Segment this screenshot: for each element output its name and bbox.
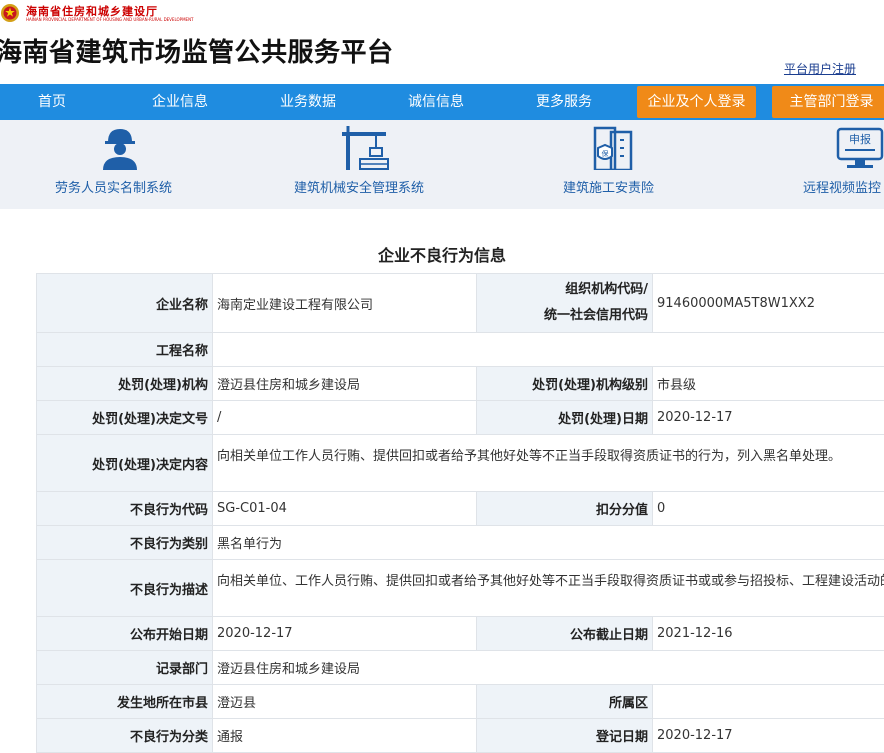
site-header: 海南省住房和城乡建设厅 HAINAN PROVINCIAL DEPARTMENT… [0,0,884,84]
category-value: 通报 [213,719,477,753]
bad-behavior-table: 企业名称 海南定业建设工程有限公司 组织机构代码/ 统一社会信用代码 91460… [36,273,884,753]
behavior-type-value: 黑名单行为 [213,526,884,560]
report-text: 申报 [849,132,871,146]
table-row: 不良行为类别 黑名单行为 [37,526,884,560]
register-date-label: 登记日期 [477,719,653,753]
district-label: 所属区 [477,685,653,719]
nav-enterprise-info[interactable]: 企业信息 [140,84,220,120]
nav-business-data[interactable]: 业务数据 [268,84,348,120]
table-row: 记录部门 澄迈县住房和城乡建设局 [37,651,884,685]
org-code-label-line2: 统一社会信用代码 [481,303,648,329]
deduction-value: 0 [653,492,884,526]
nav-home[interactable]: 首页 [12,84,92,120]
service-remote-monitoring[interactable]: 申报 远程视频监控 [795,120,884,209]
service-safety-insurance[interactable]: 保 建筑施工安责险 [545,120,685,209]
decision-date-value: 2020-12-17 [653,401,884,435]
publish-start-value: 2020-12-17 [213,617,477,651]
org-code-value: 91460000MA5T8W1XX2 [653,274,884,333]
company-login-button[interactable]: 企业及个人登录 [637,86,756,118]
record-dept-value: 澄迈县住房和城乡建设局 [213,651,884,685]
table-row: 不良行为代码 SG-C01-04 扣分分值 0 [37,492,884,526]
service-label: 远程视频监控 [803,177,881,196]
decision-content-value: 向相关单位工作人员行贿、提供回扣或者给予其他好处等不正当手段取得资质证书的行为，… [213,435,884,492]
behavior-code-value: SG-C01-04 [213,492,477,526]
register-date-value: 2020-12-17 [653,719,884,753]
table-row: 处罚(处理)机构 澄迈县住房和城乡建设局 处罚(处理)机构级别 市县级 [37,367,884,401]
company-name-label: 企业名称 [37,274,213,333]
site-title: 海南省建筑市场监管公共服务平台 [0,32,394,69]
svg-text:保: 保 [602,149,609,158]
table-row: 不良行为描述 向相关单位、工作人员行贿、提供回扣或者给予其他好处等不正当手段取得… [37,560,884,617]
publish-end-value: 2021-12-16 [653,617,884,651]
table-row: 处罚(处理)决定文号 / 处罚(处理)日期 2020-12-17 [37,401,884,435]
report-monitor-icon: 申报 [835,126,884,170]
authority-login-button[interactable]: 主管部门登录 [772,86,884,118]
department-name-en: HAINAN PROVINCIAL DEPARTMENT OF HOUSING … [26,17,194,22]
authority-value: 澄迈县住房和城乡建设局 [213,367,477,401]
decision-content-label: 处罚(处理)决定内容 [37,435,213,492]
company-name-value: 海南定业建设工程有限公司 [213,274,477,333]
city-label: 发生地所在市县 [37,685,213,719]
city-value: 澄迈县 [213,685,477,719]
org-code-label-line1: 组织机构代码/ [481,277,648,303]
national-emblem-icon [0,2,20,24]
behavior-type-label: 不良行为类别 [37,526,213,560]
table-row: 不良行为分类 通报 登记日期 2020-12-17 [37,719,884,753]
page-title: 企业不良行为信息 [0,242,884,266]
table-row: 工程名称 [37,333,884,367]
behavior-desc-label: 不良行为描述 [37,560,213,617]
service-label: 劳务人员实名制系统 [55,177,172,196]
doc-no-value: / [213,401,477,435]
project-name-label: 工程名称 [37,333,213,367]
table-row: 企业名称 海南定业建设工程有限公司 组织机构代码/ 统一社会信用代码 91460… [37,274,884,333]
service-labor-realname[interactable]: 劳务人员实名制系统 [40,120,200,209]
doc-no-label: 处罚(处理)决定文号 [37,401,213,435]
table-row: 处罚(处理)决定内容 向相关单位工作人员行贿、提供回扣或者给予其他好处等不正当手… [37,435,884,492]
district-value [653,685,884,719]
table-row: 发生地所在市县 澄迈县 所属区 [37,685,884,719]
nav-more-services[interactable]: 更多服务 [524,84,604,120]
record-dept-label: 记录部门 [37,651,213,685]
table-row: 公布开始日期 2020-12-17 公布截止日期 2021-12-16 [37,617,884,651]
authority-label: 处罚(处理)机构 [37,367,213,401]
main-nav: 首页 企业信息 业务数据 诚信信息 更多服务 企业及个人登录 主管部门登录 [0,84,884,120]
crane-icon [340,126,390,170]
service-label: 建筑机械安全管理系统 [294,177,424,196]
org-code-label: 组织机构代码/ 统一社会信用代码 [477,274,653,333]
service-label: 建筑施工安责险 [563,177,654,196]
behavior-code-label: 不良行为代码 [37,492,213,526]
service-machinery-safety[interactable]: 建筑机械安全管理系统 [290,120,450,209]
register-link[interactable]: 平台用户注册 [784,60,856,77]
publish-end-label: 公布截止日期 [477,617,653,651]
insurance-building-icon: 保 [589,126,639,170]
worker-icon [95,126,145,170]
project-name-value [213,333,884,367]
nav-credit-info[interactable]: 诚信信息 [396,84,476,120]
publish-start-label: 公布开始日期 [37,617,213,651]
behavior-desc-value: 向相关单位、工作人员行贿、提供回扣或者给予其他好处等不正当手段取得资质证书或或参… [213,560,884,617]
decision-date-label: 处罚(处理)日期 [477,401,653,435]
service-bar: 劳务人员实名制系统 建筑机械安全管理系统 保 建筑施工安责险 申报 [0,120,884,209]
deduction-label: 扣分分值 [477,492,653,526]
authority-level-label: 处罚(处理)机构级别 [477,367,653,401]
authority-level-value: 市县级 [653,367,884,401]
category-label: 不良行为分类 [37,719,213,753]
